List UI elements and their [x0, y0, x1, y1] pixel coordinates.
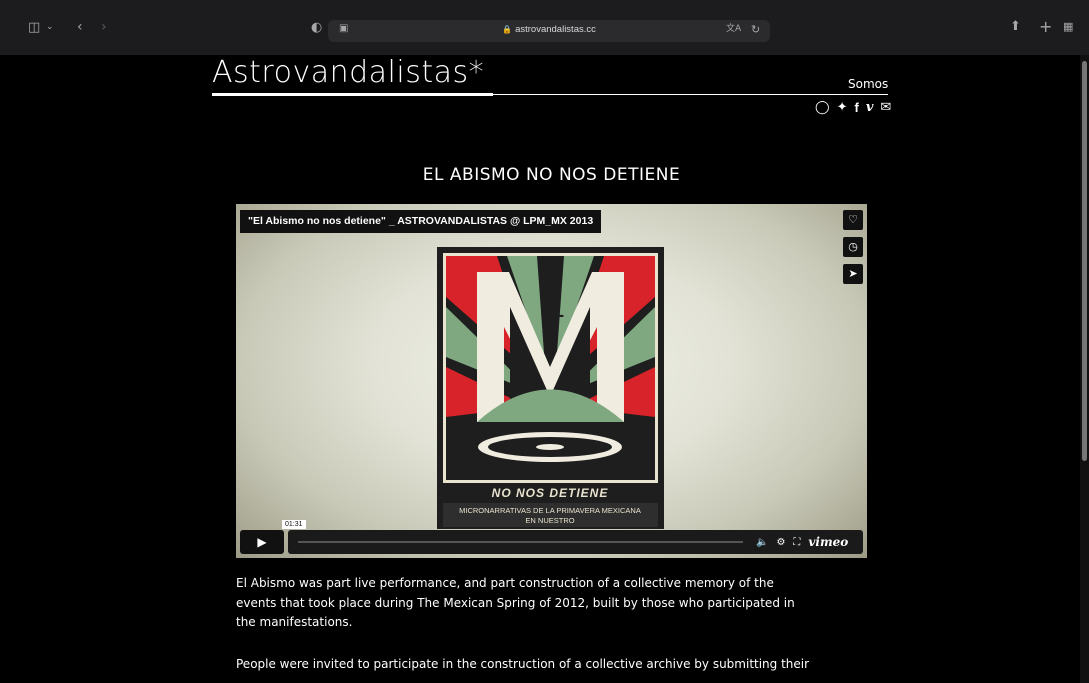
web-page: Astrovandalistas* Somos ◯ ✦ f v ✉ EL ABI… [0, 55, 1080, 683]
paragraph-line: El Abismo was part live performance, and… [236, 576, 774, 590]
poster-subtitle-2: EN NUESTRO [525, 516, 574, 525]
lock-icon: 🔒 [502, 25, 513, 34]
social-links: ◯ ✦ f v ✉ [815, 98, 891, 116]
plus-icon[interactable]: + [1039, 19, 1052, 35]
grid-icon[interactable]: ▦ [1063, 21, 1073, 32]
poster-subtitle: MICRONARRATIVAS DE LA PRIMAVERA MEXICANA [459, 506, 641, 515]
shield-icon[interactable]: ◐ [311, 21, 322, 34]
vimeo-icon[interactable]: v [866, 101, 874, 114]
reload-icon[interactable]: ↻ [751, 24, 760, 35]
browser-toolbar: ◫ ⌄ ‹ › ◐ ▣ 🔒 astrovandalistas.cc 文A ↻ ⬆ … [0, 0, 1089, 55]
volume-icon[interactable]: 🔈 [756, 537, 768, 548]
post-title: EL ABISMO NO NOS DETIENE [422, 165, 681, 185]
paragraph-line: People were invited to participate in th… [236, 657, 810, 671]
video-controls: ▶ 🔈 ⚙ ⛶ vimeo [240, 530, 863, 554]
chevron-down-icon[interactable]: ⌄ [46, 23, 54, 32]
chevron-right-icon[interactable]: › [101, 20, 107, 34]
like-button[interactable]: ♡ [843, 210, 863, 230]
scrollbar-thumb[interactable] [1082, 61, 1087, 461]
page-scrollbar[interactable] [1080, 55, 1089, 683]
control-icons: 🔈 ⚙ ⛶ vimeo [756, 530, 848, 554]
mail-icon[interactable]: ✉ [880, 101, 891, 114]
github-icon[interactable]: ◯ [815, 101, 830, 114]
logo-underline [212, 93, 493, 96]
poster-headline: NO NOS DETIENE [492, 486, 609, 500]
paragraph-line: events that took place during The Mexica… [236, 595, 795, 610]
share-icon[interactable]: ⬆ [1010, 20, 1021, 33]
facebook-icon[interactable]: f [854, 101, 858, 114]
video-player[interactable]: "El Abismo no nos detiene" _ ASTROVANDAL… [236, 204, 867, 558]
poster-word-el: EL [541, 301, 564, 321]
vimeo-logo[interactable]: vimeo [808, 535, 848, 549]
translate-icon[interactable]: 文A [726, 25, 741, 34]
sidebar-icon[interactable]: ◫ [28, 21, 40, 34]
site-logo[interactable]: Astrovandalistas* [212, 55, 484, 90]
nav-link-somos[interactable]: Somos [848, 77, 888, 91]
video-poster-image: EL NO NOS DETIENE MICRONARRATIVAS DE LA … [437, 247, 664, 529]
progress-bar[interactable] [298, 541, 743, 543]
timestamp-tooltip: 01:31 [282, 520, 306, 529]
nav-divider [493, 94, 888, 95]
play-icon: ▶ [257, 535, 267, 549]
post-paragraph-2: People were invited to participate in th… [236, 655, 876, 675]
twitter-icon[interactable]: ✦ [837, 101, 848, 114]
fullscreen-icon[interactable]: ⛶ [793, 537, 800, 548]
post-paragraph-1: El Abismo was part live performance, and… [236, 574, 876, 633]
watch-later-button[interactable]: ◷ [843, 237, 863, 257]
video-title[interactable]: "El Abismo no nos detiene" _ ASTROVANDAL… [240, 210, 602, 233]
controls-track: 🔈 ⚙ ⛶ vimeo [288, 530, 863, 554]
share-video-button[interactable]: ➤ [843, 264, 863, 284]
address-bar[interactable]: ▣ 🔒 astrovandalistas.cc 文A ↻ [328, 20, 770, 42]
url-text: astrovandalistas.cc [515, 24, 596, 35]
play-button[interactable]: ▶ [240, 530, 284, 554]
url-display[interactable]: 🔒 astrovandalistas.cc [328, 24, 770, 35]
paragraph-line: the manifestations. [236, 615, 353, 629]
chevron-left-icon[interactable]: ‹ [77, 20, 83, 34]
settings-icon[interactable]: ⚙ [776, 537, 785, 548]
